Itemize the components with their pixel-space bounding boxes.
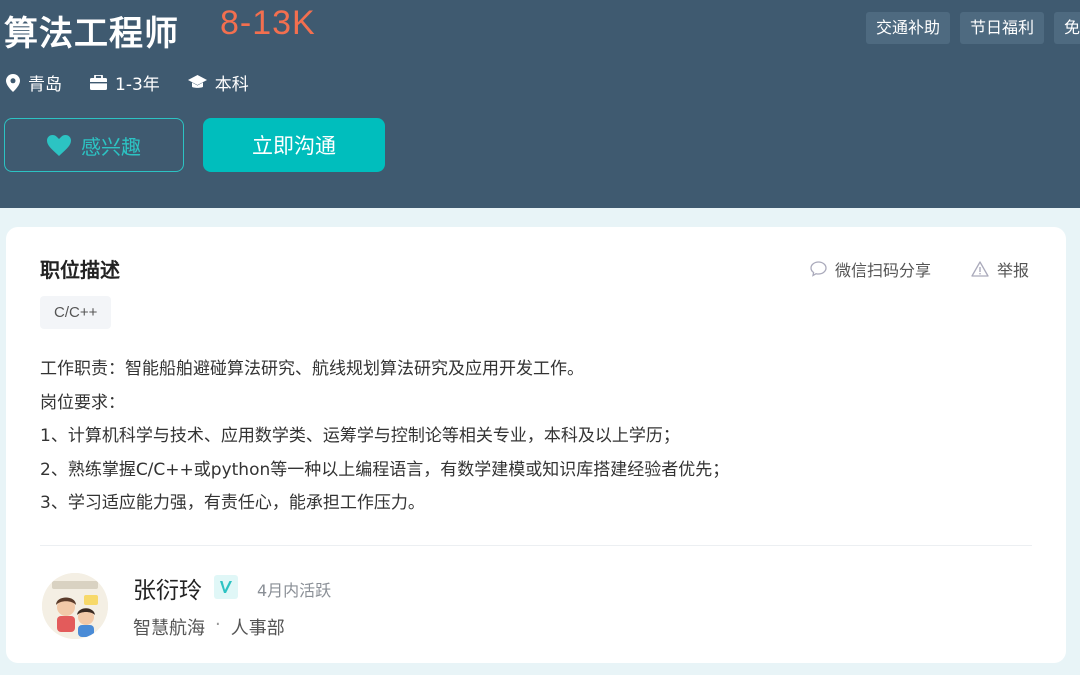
separator-dot: · <box>215 614 221 635</box>
description-line: 3、学习适应能力强，有责任心，能承担工作压力。 <box>40 493 425 513</box>
description-line: 1、计算机科学与技术、应用数学类、运筹学与控制论等相关专业，本科及以上学历； <box>40 426 680 446</box>
interest-label: 感兴趣 <box>81 134 141 159</box>
job-description: 工作职责：智能船舶避碰算法研究、航线规划算法研究及应用开发工作。 岗位要求： 1… <box>40 353 1030 521</box>
meta-education: 本科 <box>187 70 249 95</box>
benefit-tag: 节日福利 <box>960 12 1045 44</box>
heart-icon <box>47 134 71 156</box>
active-status: 4月内活跃 <box>257 581 332 600</box>
job-meta: 青岛 1-3年 本科 <box>6 70 277 95</box>
briefcase-icon <box>90 75 107 90</box>
chat-bubble-icon <box>810 261 827 277</box>
chat-label: 立即沟通 <box>252 134 336 158</box>
chat-now-button[interactable]: 立即沟通 <box>203 118 385 172</box>
meta-location: 青岛 <box>6 70 62 95</box>
recruiter-company-line: 智慧航海 · 人事部 <box>133 614 285 640</box>
job-header: 算法工程师 8-13K 交通补助 节日福利 免 青岛 1-3年 本科 感兴趣 立… <box>0 0 1080 208</box>
salary: 8-13K <box>220 4 316 42</box>
experience-text: 1-3年 <box>115 75 160 95</box>
report-button[interactable]: 举报 <box>971 257 1029 281</box>
interest-button[interactable]: 感兴趣 <box>4 118 184 172</box>
skill-tag: C/C++ <box>40 296 112 329</box>
description-line: 岗位要求： <box>40 392 125 413</box>
recruiter-name: 张衍玲 <box>133 578 202 604</box>
job-title: 算法工程师 <box>4 14 179 54</box>
benefit-tag: 交通补助 <box>866 12 951 44</box>
verified-v-icon <box>220 581 232 593</box>
graduation-cap-icon <box>187 75 207 88</box>
meta-experience: 1-3年 <box>90 70 160 95</box>
verified-badge <box>214 575 238 599</box>
education-text: 本科 <box>214 75 249 95</box>
wechat-share-button[interactable]: 微信扫码分享 <box>810 257 931 281</box>
avatar-illustration <box>42 573 108 639</box>
location-pin-icon <box>6 73 20 92</box>
divider <box>40 545 1032 546</box>
description-line: 2、熟练掌握C/C++或python等一种以上编程语言，有数学建模或知识库搭建经… <box>40 459 730 480</box>
description-line: 工作职责：智能船舶避碰算法研究、航线规划算法研究及应用开发工作。 <box>40 359 584 379</box>
company-name: 智慧航海 <box>133 618 205 639</box>
benefit-tag: 免 <box>1054 12 1080 44</box>
department: 人事部 <box>230 618 285 639</box>
location-text: 青岛 <box>28 75 62 95</box>
section-title: 职位描述 <box>40 258 120 282</box>
recruiter-avatar[interactable] <box>42 573 108 639</box>
share-label: 微信扫码分享 <box>835 261 932 280</box>
report-label: 举报 <box>997 261 1030 280</box>
benefit-tags: 交通补助 节日福利 免 <box>866 12 1080 44</box>
job-detail-card: 职位描述 微信扫码分享 举报 C/C++ 工作职责：智能船舶避碰算法研究、航线规… <box>6 227 1066 663</box>
warning-icon <box>971 261 989 277</box>
